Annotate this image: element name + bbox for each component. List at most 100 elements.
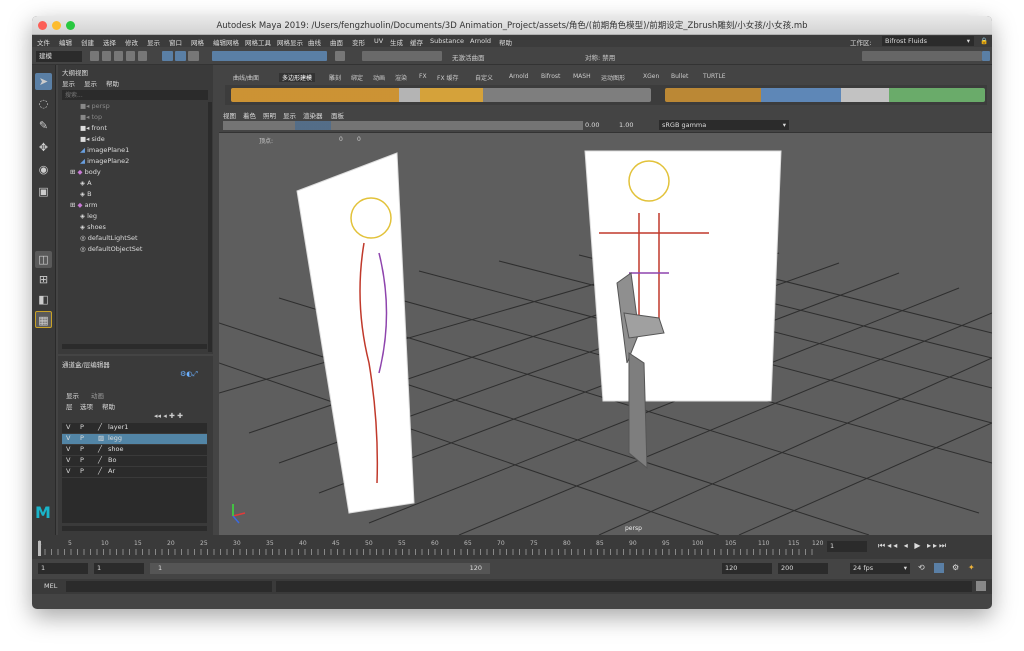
layer-row[interactable]: V P ╱ Ar: [62, 467, 207, 477]
time-slider[interactable]: 1 5 10 15 20 25 30 35 40 45 50 55 60 65 …: [32, 535, 992, 559]
shelf-tab[interactable]: 曲线/曲面: [233, 73, 259, 82]
viewport-tool-icons[interactable]: [223, 121, 583, 130]
outliner-item-defaultobjectset[interactable]: ◎ defaultObjectSet: [80, 245, 142, 256]
loop-icon[interactable]: ⟲: [918, 563, 925, 572]
redo-icon[interactable]: [138, 51, 147, 61]
outliner-item-leg[interactable]: ◈ leg: [80, 212, 97, 223]
settings-icon[interactable]: ⚙: [952, 563, 959, 572]
menu-create[interactable]: 创建: [81, 37, 94, 47]
command-input[interactable]: [66, 581, 272, 592]
custom-layout-icon[interactable]: ▦: [35, 311, 52, 328]
fps-dropdown[interactable]: 24 fps ▾: [850, 563, 910, 574]
current-frame-field[interactable]: 1: [827, 541, 867, 552]
menu-edit[interactable]: 编辑: [59, 37, 72, 47]
playhead[interactable]: [38, 541, 41, 556]
four-view-icon[interactable]: ⊞: [35, 271, 52, 288]
layer-color-icon[interactable]: ╱: [98, 445, 102, 453]
outliner-item-body[interactable]: ⊞ ◆ body: [70, 168, 101, 179]
menu-substance[interactable]: Substance: [430, 37, 464, 45]
save-scene-icon[interactable]: [114, 51, 123, 61]
panel-toggle-icon[interactable]: [982, 51, 990, 61]
menu-generate[interactable]: 生成: [390, 37, 403, 47]
time-ticks[interactable]: 1 5 10 15 20 25 30 35 40 45 50 55 60 65 …: [38, 538, 823, 556]
layer-menu-options[interactable]: 选项: [80, 401, 93, 411]
outliner-item-persp[interactable]: ■◂ persp: [80, 102, 110, 113]
tab-display[interactable]: 显示: [66, 390, 79, 400]
outliner-item-a[interactable]: ◈ A: [80, 179, 92, 190]
outliner-item-imageplane1[interactable]: ◢ imagePlane1: [80, 146, 129, 157]
menu-arnold[interactable]: Arnold: [470, 37, 491, 45]
playback-start-field[interactable]: 1: [94, 563, 144, 574]
outliner-menu-help[interactable]: 帮助: [106, 78, 119, 88]
outliner-vscroll[interactable]: [208, 102, 212, 352]
layer-color-icon[interactable]: ╱: [98, 423, 102, 431]
lock-icon[interactable]: 🔒: [980, 37, 988, 45]
layer-color-icon[interactable]: ╱: [98, 467, 102, 475]
gamma-field[interactable]: 1.00: [619, 121, 633, 129]
script-editor-icon[interactable]: [976, 581, 986, 591]
shelf-tab[interactable]: 渲染: [395, 73, 407, 82]
symmetry-label[interactable]: 对称: 禁用: [585, 52, 615, 62]
scale-tool-icon[interactable]: ▣: [35, 183, 52, 200]
menu-uv[interactable]: UV: [374, 37, 383, 45]
character-set-icon[interactable]: ✦: [968, 563, 975, 572]
live-surface-label[interactable]: 无激活曲面: [452, 52, 485, 62]
move-tool-icon[interactable]: ✥: [35, 139, 52, 156]
shelf-tab[interactable]: MASH: [573, 73, 591, 80]
outliner-item-top[interactable]: ■◂ top: [80, 113, 102, 124]
shelf-tab[interactable]: 绑定: [351, 73, 363, 82]
outliner-item-side[interactable]: ■◂ side: [80, 135, 105, 146]
polygon-tool-icons[interactable]: [231, 88, 651, 102]
playback-controls-icons[interactable]: ⏮◂◂ ◂ ▶ ▸▸⏭: [878, 541, 948, 551]
shelf-tab[interactable]: XGen: [643, 73, 659, 80]
menu-modify[interactable]: 修改: [125, 37, 138, 47]
outliner-item-arm[interactable]: ⊞ ◆ arm: [70, 201, 97, 212]
rotate-tool-icon[interactable]: ◉: [35, 161, 52, 178]
shelf-tab[interactable]: Arnold: [509, 73, 528, 80]
exposure-field[interactable]: 0.00: [585, 121, 599, 129]
layer-action-icons[interactable]: ◂◂ ◂ ✚ ✚: [154, 412, 183, 420]
animation-start-field[interactable]: 1: [38, 563, 88, 574]
layer-color-icon[interactable]: ╱: [98, 456, 102, 464]
paint-select-icon[interactable]: ✎: [35, 117, 52, 134]
range-bar[interactable]: 1 120: [150, 563, 490, 574]
menu-display[interactable]: 显示: [147, 37, 160, 47]
menu-edit-mesh[interactable]: 编辑网格: [213, 37, 239, 47]
menu-mesh-tools[interactable]: 网格工具: [245, 37, 271, 47]
undo-icon[interactable]: [126, 51, 135, 61]
menu-select[interactable]: 选择: [103, 37, 116, 47]
shelf-tab-active[interactable]: 多边形建模: [279, 73, 316, 82]
layer-tool-icons[interactable]: ⚙◐⤢: [180, 370, 198, 379]
mel-label[interactable]: MEL: [44, 582, 57, 590]
outliner-item-defaultlightset[interactable]: ◎ defaultLightSet: [80, 234, 138, 245]
outliner-item-shoes[interactable]: ◈ shoes: [80, 223, 106, 234]
expand-icon[interactable]: ⊞: [70, 168, 75, 176]
layer-menu-layers[interactable]: 层: [66, 401, 73, 411]
shelf-tab[interactable]: FX: [419, 73, 427, 80]
menu-windows[interactable]: 窗口: [169, 37, 182, 47]
select-component-icon[interactable]: [188, 51, 199, 61]
menu-file[interactable]: 文件: [37, 37, 50, 47]
layer-row[interactable]: V P ╱ shoe: [62, 445, 207, 455]
outliner-item-front[interactable]: ■◂ front: [80, 124, 107, 135]
workspace-dropdown[interactable]: Bifrost Fluids ▾: [882, 36, 974, 46]
menu-help[interactable]: 帮助: [499, 37, 512, 47]
shelf-tab[interactable]: FX 缓存: [437, 73, 458, 82]
animation-end-field[interactable]: 200: [778, 563, 828, 574]
layer-row-selected[interactable]: V P ▨ legg: [62, 434, 207, 444]
render-icons[interactable]: [862, 51, 982, 61]
open-scene-icon[interactable]: [102, 51, 111, 61]
layer-row[interactable]: V P ╱ layer1: [62, 423, 207, 433]
colorspace-dropdown[interactable]: sRGB gamma ▾: [659, 120, 789, 130]
select-object-icon[interactable]: [175, 51, 186, 61]
selection-mask-icons[interactable]: [212, 51, 327, 61]
outliner-item-imageplane2[interactable]: ◢ imagePlane2: [80, 157, 129, 168]
snap-icons[interactable]: [362, 51, 442, 61]
playback-end-field[interactable]: 120: [722, 563, 772, 574]
menu-curves[interactable]: 曲线: [308, 37, 321, 47]
menu-mesh[interactable]: 网格: [191, 37, 204, 47]
lock-selection-icon[interactable]: [335, 51, 345, 61]
outliner-item-b[interactable]: ◈ B: [80, 190, 92, 201]
shelf-tab[interactable]: 自定义: [475, 73, 493, 82]
layer-menu-help[interactable]: 帮助: [102, 401, 115, 411]
